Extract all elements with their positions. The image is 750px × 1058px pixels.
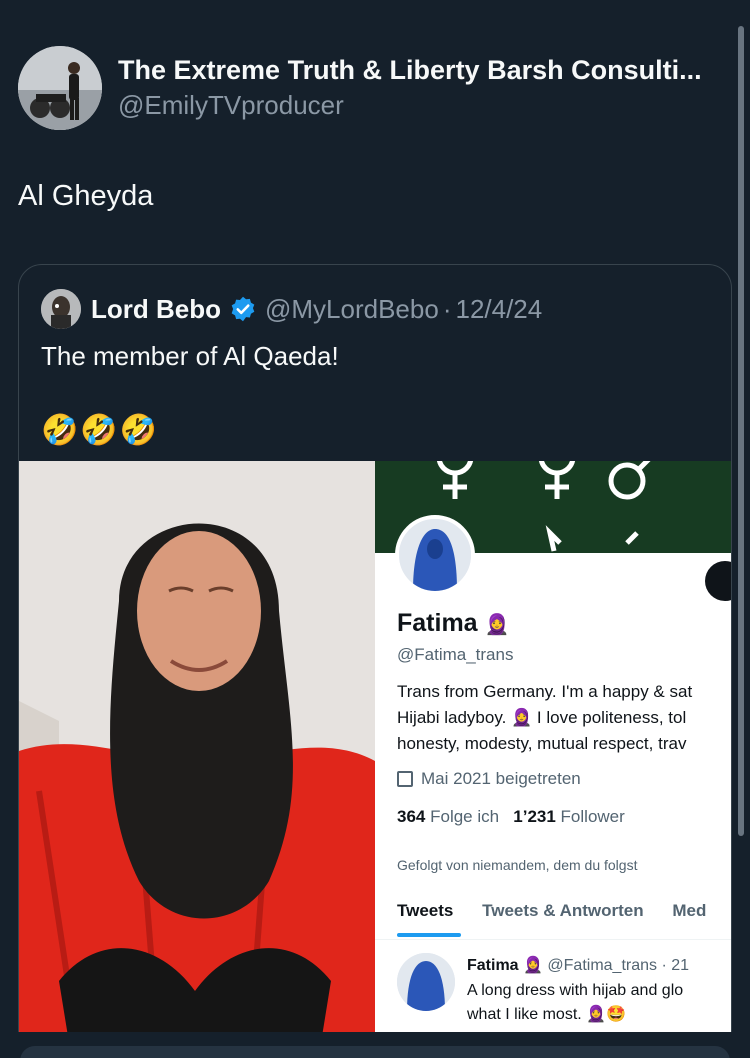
author-handle[interactable]: @EmilyTVproducer xyxy=(118,90,702,121)
quoted-post-media[interactable]: Fatima 🧕 @Fatima_trans Trans from German… xyxy=(19,461,731,1053)
profile-screenshot: Fatima 🧕 @Fatima_trans Trans from German… xyxy=(375,461,731,1053)
profile-avatar xyxy=(395,515,475,595)
quoted-post-text: The member of Al Qaeda! xyxy=(41,341,339,371)
tweet-header: Fatima 🧕 @Fatima_trans · 21 xyxy=(467,957,690,974)
quoted-post[interactable]: Lord Bebo @MyLordBebo · 12/4/24 The memb… xyxy=(18,264,732,1054)
profile-joined: Mai 2021 beigetreten xyxy=(397,769,581,789)
profile-bio: Trans from Germany. I'm a happy & sat Hi… xyxy=(397,682,693,753)
quoted-author-name[interactable]: Lord Bebo xyxy=(91,294,221,325)
author-name[interactable]: The Extreme Truth & Liberty Barsh Consul… xyxy=(118,55,702,86)
tab-tweets-replies: Tweets & Antworten xyxy=(482,901,644,920)
profile-handle: @Fatima_trans xyxy=(397,645,514,664)
followed-by-note: Gefolgt von niemandem, dem du folgst xyxy=(397,857,638,873)
quoted-post-emoji: 🤣🤣🤣 xyxy=(41,414,160,447)
quoted-author-avatar[interactable] xyxy=(41,289,81,329)
quoted-post-date[interactable]: 12/4/24 xyxy=(455,294,542,325)
quoted-post-header: Lord Bebo @MyLordBebo · 12/4/24 xyxy=(41,289,542,329)
dot-separator: · xyxy=(442,293,452,324)
author-avatar[interactable] xyxy=(18,46,102,130)
calendar-icon xyxy=(397,771,413,787)
profile-more-button xyxy=(705,561,731,601)
profile-stats: 364 Folge ich 1’231 Follower xyxy=(397,807,625,826)
tab-divider xyxy=(375,939,731,940)
active-tab-indicator xyxy=(397,933,461,937)
quoted-author-handle[interactable]: @MyLordBebo xyxy=(265,294,439,325)
photo-person-in-hijab[interactable] xyxy=(19,461,375,1053)
tweet-body: A long dress with hijab and glo what I l… xyxy=(467,982,684,1023)
tab-media: Med xyxy=(672,901,707,920)
bottom-action-bar[interactable] xyxy=(20,1046,730,1058)
post-header: The Extreme Truth & Liberty Barsh Consul… xyxy=(18,46,702,130)
verified-badge-icon xyxy=(231,296,255,322)
tweet-avatar xyxy=(397,953,455,1011)
scrollbar[interactable] xyxy=(738,26,744,836)
post-text: Al Gheyda xyxy=(18,180,154,212)
profile-name: Fatima 🧕 xyxy=(397,609,510,637)
tab-tweets: Tweets xyxy=(397,901,454,920)
profile-tabs: Tweets Tweets & Antworten Med xyxy=(397,901,730,921)
